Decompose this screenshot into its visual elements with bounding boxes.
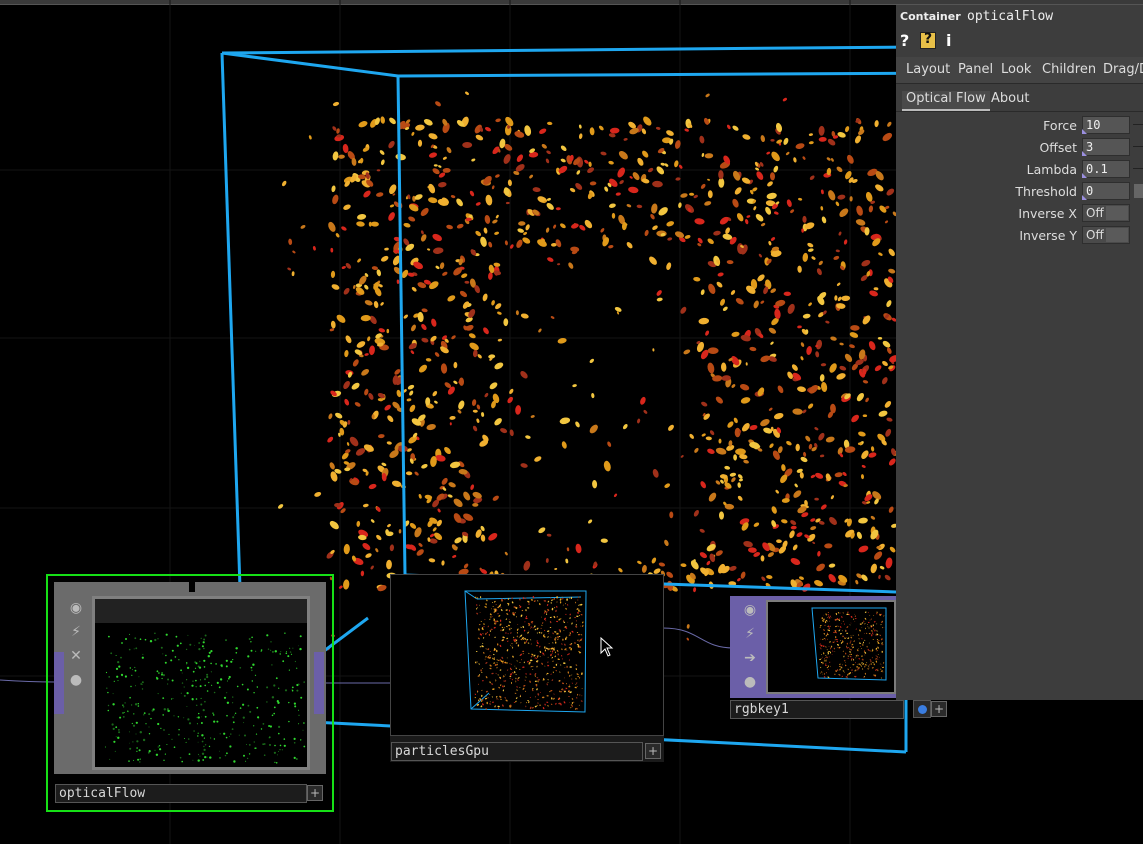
viewer-icon[interactable]: ◉ [740, 600, 760, 620]
opticalflow-viewer [92, 596, 310, 770]
node-add-button[interactable]: + [645, 743, 661, 759]
op-type-label: Container [900, 10, 961, 23]
bypass-icon[interactable]: ⚡ [740, 624, 760, 644]
node-name-field[interactable]: particlesGpu [391, 742, 643, 761]
node-top-notch [189, 582, 195, 592]
slider-handle[interactable] [1134, 184, 1143, 198]
slider-handle[interactable] [1133, 124, 1143, 125]
tab-drag-drop[interactable]: Drag/D [1103, 62, 1143, 77]
flow-preview-image [104, 632, 306, 764]
tab-children[interactable]: Children [1042, 62, 1096, 77]
param-label: Inverse X [1018, 206, 1077, 221]
param-row-force: Force 10 [896, 115, 1143, 135]
slider-handle[interactable] [1133, 168, 1143, 169]
python-help-icon[interactable]: ? [920, 31, 936, 49]
close-icon[interactable]: ✕ [66, 646, 86, 666]
particle-leaves [277, 91, 900, 651]
param-row-inverse-x: Inverse X Off [896, 203, 1143, 223]
help-icon-row: ? ? i [896, 29, 1143, 51]
param-row-threshold: Threshold 0 [896, 181, 1143, 201]
rgbkey-viewer [766, 600, 896, 694]
page-tabs: Layout Panel Look Children Drag/D [896, 57, 1143, 84]
tab-optical-flow[interactable]: Optical Flow [902, 91, 990, 111]
node-name-field[interactable]: opticalFlow [55, 784, 307, 803]
particles-preview-image [464, 590, 587, 713]
tab-about[interactable]: About [991, 91, 1029, 106]
tab-layout[interactable]: Layout [906, 62, 950, 77]
node-add-button[interactable]: + [307, 785, 323, 801]
node-bottom-notch [189, 774, 195, 784]
toggle-value: Off [1086, 206, 1104, 220]
mouse-cursor-icon [600, 637, 614, 657]
node-side-icons: ◉ ⚡ ✕ ● [66, 598, 86, 694]
param-label: Threshold [1015, 184, 1077, 199]
arrow-right-icon[interactable]: ➔ [740, 648, 760, 668]
param-row-inverse-y: Inverse Y Off [896, 225, 1143, 245]
offset-field[interactable]: 3 [1082, 138, 1130, 156]
threshold-field[interactable]: 0 [1082, 182, 1130, 200]
viewer-top-band [95, 599, 307, 623]
slider-handle[interactable] [1133, 146, 1143, 147]
parameter-page-tabs: Optical Flow About [896, 87, 1143, 112]
param-row-offset: Offset 3 [896, 137, 1143, 157]
param-row-lambda: Lambda 0.1 [896, 159, 1143, 179]
panel-header: Container opticalFlow [896, 5, 1143, 27]
particlesgpu-node[interactable]: particlesGpu + [390, 574, 664, 762]
parameter-panel: Container opticalFlow ? ? i Layout Panel… [896, 5, 1143, 700]
op-name-field[interactable]: opticalFlow [967, 9, 1053, 24]
toggle-box [1106, 206, 1128, 220]
node-output-connector[interactable] [314, 652, 324, 714]
node-input-connector[interactable] [54, 652, 64, 714]
node-name-field[interactable]: rgbkey1 [730, 700, 904, 719]
particlesgpu-viewer [390, 574, 664, 736]
display-flag-icon [918, 705, 927, 714]
param-label: Offset [1039, 140, 1077, 155]
question-icon[interactable]: ? [900, 31, 909, 50]
lock-icon[interactable]: ● [66, 670, 86, 690]
node-side-icons: ◉ ⚡ ➔ ● [740, 600, 760, 696]
node-add-button[interactable]: + [931, 701, 947, 717]
toggle-value: Off [1086, 228, 1104, 242]
opticalflow-node[interactable]: ◉ ⚡ ✕ ● opticalFlow + [46, 574, 334, 812]
lambda-field[interactable]: 0.1 [1082, 160, 1130, 178]
force-field[interactable]: 10 [1082, 116, 1130, 134]
param-label: Lambda [1026, 162, 1077, 177]
rgbkey-preview-image [811, 607, 887, 681]
toggle-box [1106, 228, 1128, 242]
info-icon[interactable]: i [946, 31, 951, 50]
bypass-icon[interactable]: ⚡ [66, 622, 86, 642]
display-flag-button[interactable] [913, 700, 931, 718]
param-label: Force [1043, 118, 1077, 133]
tab-look[interactable]: Look [1001, 62, 1031, 77]
param-label: Inverse Y [1019, 228, 1077, 243]
inverse-x-toggle[interactable]: Off [1082, 204, 1130, 222]
lock-icon[interactable]: ● [740, 672, 760, 692]
tab-panel[interactable]: Panel [958, 62, 993, 77]
inverse-y-toggle[interactable]: Off [1082, 226, 1130, 244]
viewer-icon[interactable]: ◉ [66, 598, 86, 618]
